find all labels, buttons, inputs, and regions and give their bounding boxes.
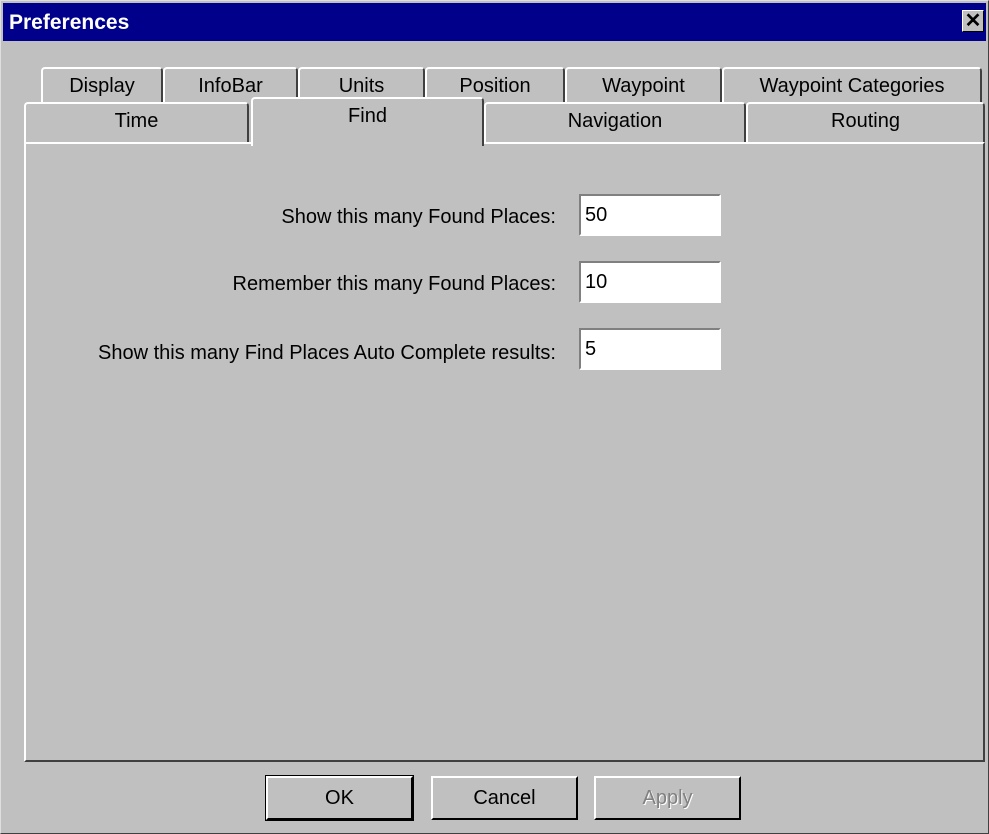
autocomplete-results-input[interactable] bbox=[579, 328, 721, 370]
tab-label: Find bbox=[348, 105, 387, 127]
ok-button[interactable]: OK bbox=[265, 775, 414, 821]
remember-found-places-label: Remember this many Found Places: bbox=[232, 273, 556, 295]
tab-label: Time bbox=[114, 110, 159, 132]
tab-label: Waypoint bbox=[602, 75, 685, 97]
close-icon: ✕ bbox=[964, 10, 982, 32]
find-tab-panel: Show this many Found Places: Remember th… bbox=[24, 142, 985, 762]
tab-label: Position bbox=[459, 75, 531, 97]
ok-button-label: OK bbox=[325, 786, 354, 809]
apply-button[interactable]: Apply bbox=[594, 776, 741, 820]
tab-label: Routing bbox=[831, 110, 900, 132]
preferences-dialog: Preferences ✕ Display InfoBar Units Posi… bbox=[0, 0, 989, 834]
autocomplete-results-label: Show this many Find Places Auto Complete… bbox=[98, 342, 556, 364]
show-found-places-label: Show this many Found Places: bbox=[281, 206, 556, 228]
tab-navigation[interactable]: Navigation bbox=[484, 102, 746, 142]
window-title: Preferences bbox=[9, 11, 130, 34]
title-bar: Preferences ✕ bbox=[3, 3, 986, 41]
apply-button-label: Apply bbox=[642, 786, 693, 809]
tab-waypoint[interactable]: Waypoint bbox=[565, 67, 722, 107]
show-found-places-input[interactable] bbox=[579, 194, 721, 236]
tab-waypoint-categories[interactable]: Waypoint Categories bbox=[722, 67, 982, 107]
tab-time[interactable]: Time bbox=[24, 102, 249, 142]
tab-find[interactable]: Find bbox=[251, 97, 484, 146]
cancel-button-label: Cancel bbox=[473, 786, 536, 809]
tab-label: Waypoint Categories bbox=[759, 75, 945, 97]
tab-display[interactable]: Display bbox=[41, 67, 163, 107]
tab-label: Display bbox=[69, 75, 135, 97]
remember-found-places-input[interactable] bbox=[579, 261, 721, 303]
tab-routing[interactable]: Routing bbox=[746, 102, 985, 142]
close-button[interactable]: ✕ bbox=[962, 10, 984, 32]
tab-label: InfoBar bbox=[198, 75, 263, 97]
tab-label: Units bbox=[338, 75, 385, 97]
cancel-button[interactable]: Cancel bbox=[431, 776, 578, 820]
tab-label: Navigation bbox=[567, 110, 663, 132]
